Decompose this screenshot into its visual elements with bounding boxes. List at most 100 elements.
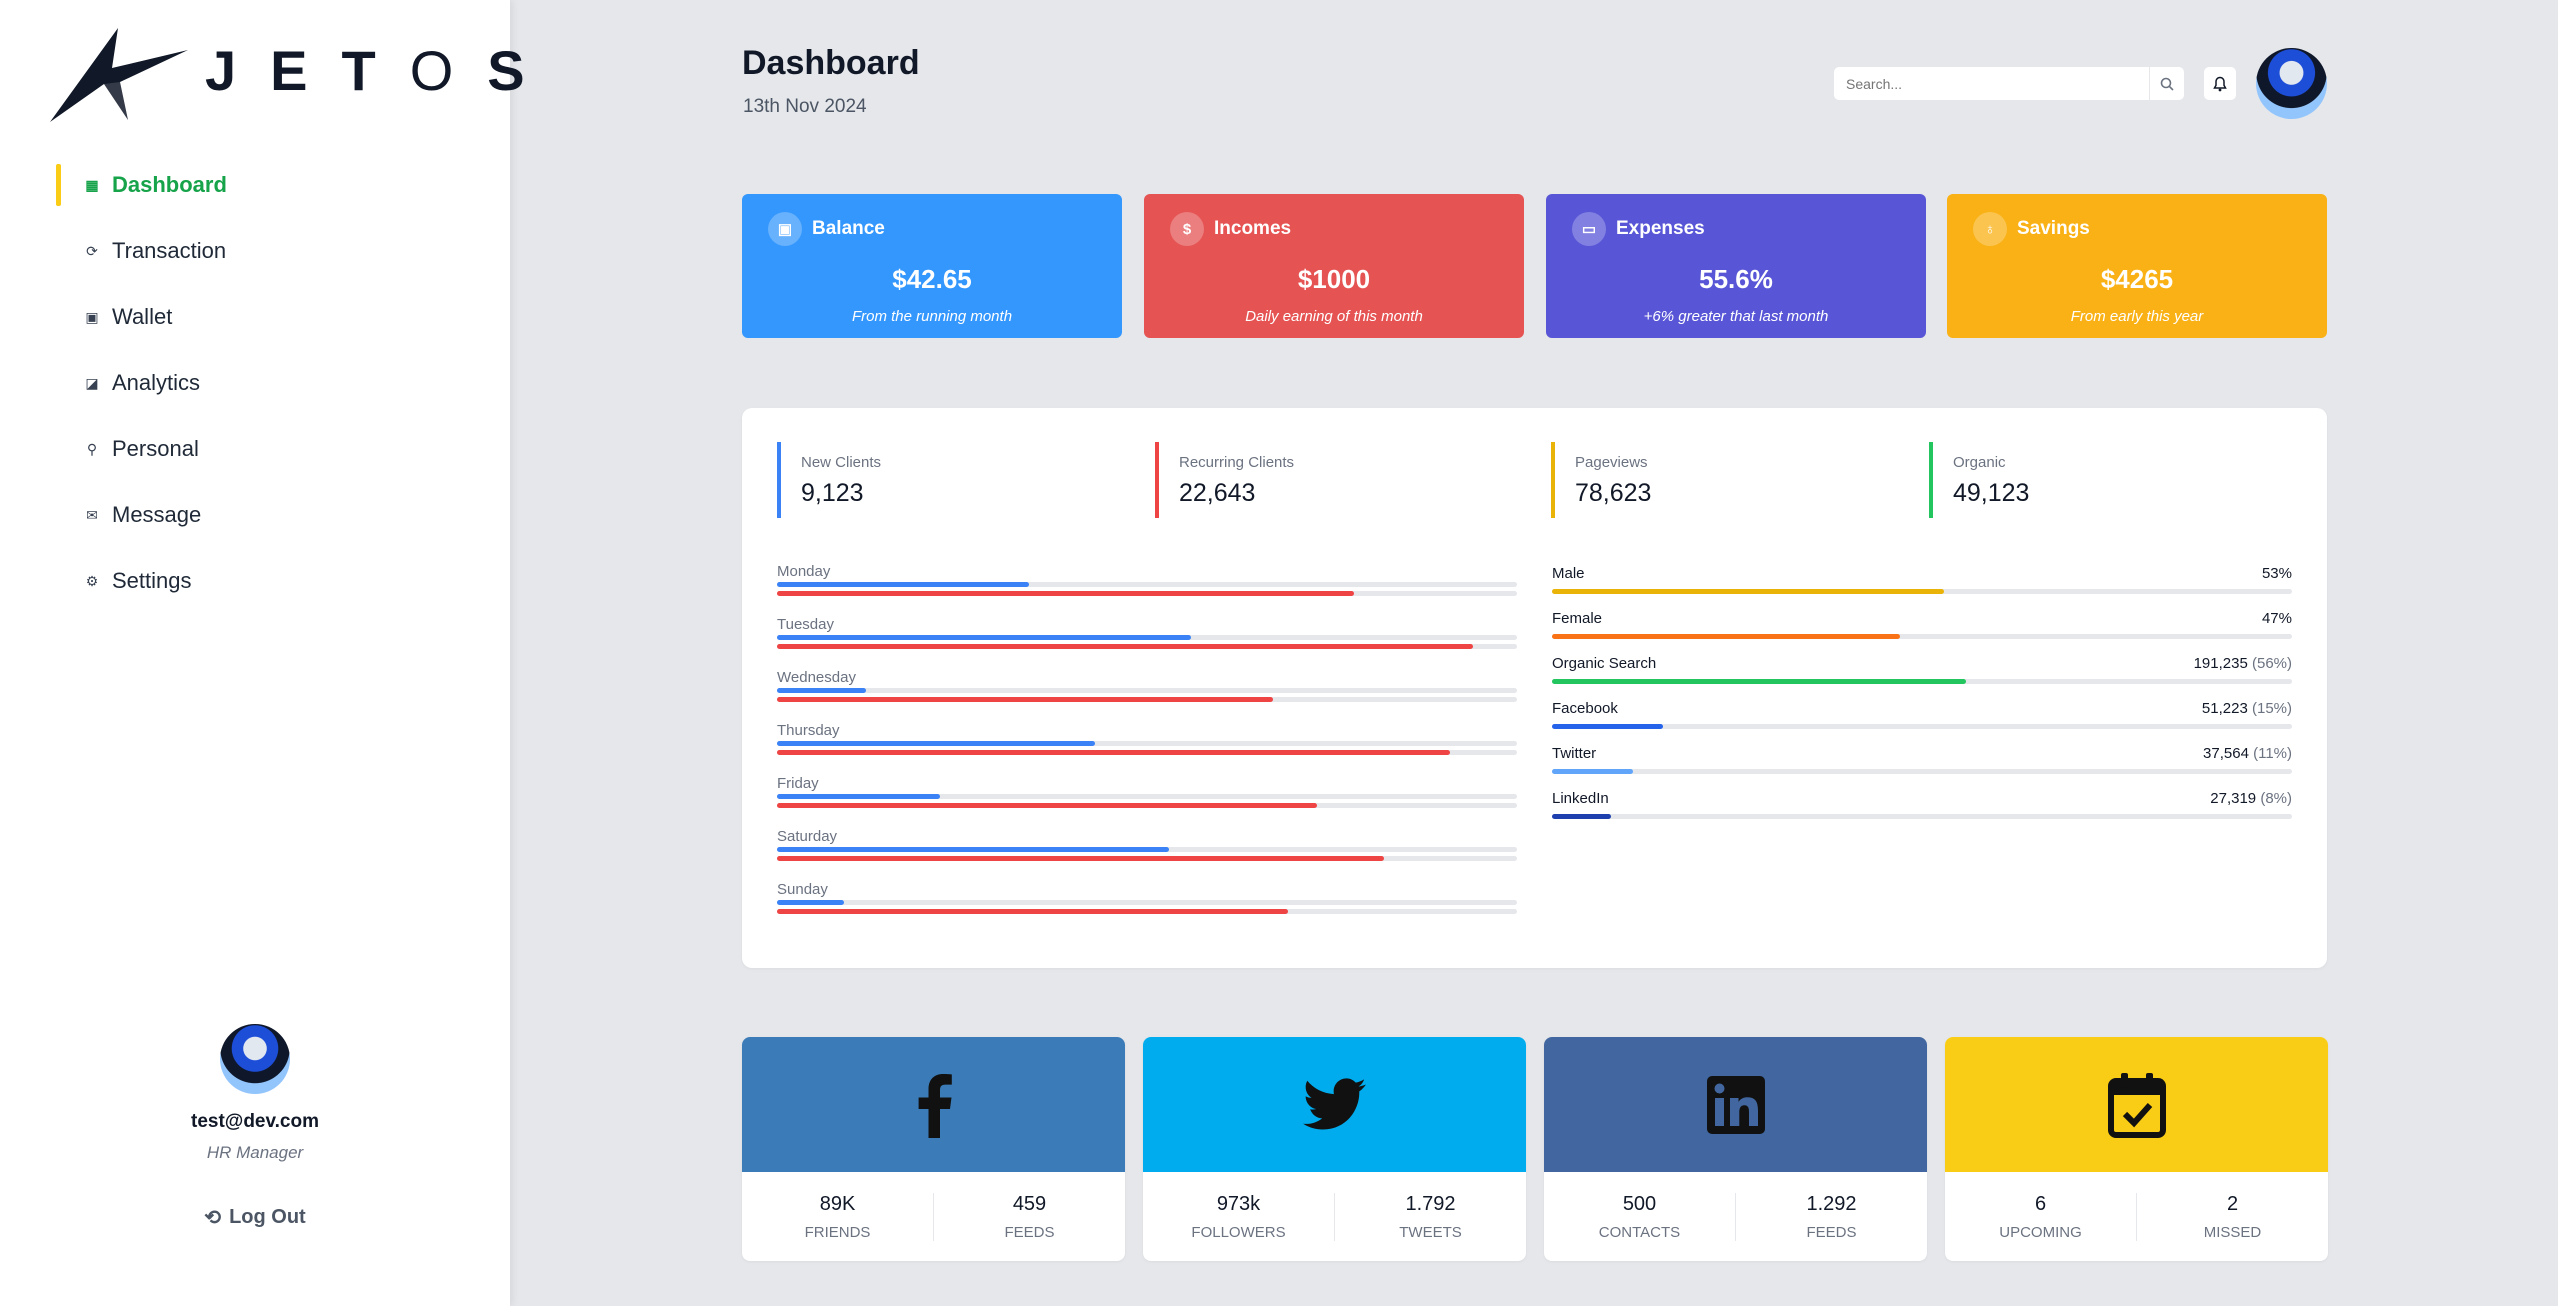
day-label: Friday [777, 775, 819, 792]
track [777, 688, 1517, 693]
track [777, 591, 1517, 596]
sidebar-item-label: Settings [112, 568, 192, 593]
metric-row-organic-search: Organic Search 191,235 (56%) [1552, 655, 2292, 695]
jet-logo-icon [50, 28, 188, 122]
social-card-calendar[interactable]: 6 UPCOMING 2 MISSED [1945, 1037, 2328, 1261]
metric-value: 47% [2261, 610, 2292, 627]
brand-name: JETOS [205, 38, 559, 102]
metric-row-twitter: Twitter 37,564 (11%) [1552, 745, 2292, 785]
sidebar-item-settings[interactable]: ⚙ Settings [56, 556, 476, 606]
day-row-sunday: Sunday [777, 881, 1517, 925]
stat-value: 55.6% [1699, 264, 1773, 294]
stat-title: Expenses [1616, 218, 1705, 239]
day-row-friday: Friday [777, 775, 1517, 819]
stat-number: 973k [1216, 1192, 1261, 1215]
stat-label: UPCOMING [1999, 1223, 2082, 1241]
day-label: Monday [777, 563, 831, 580]
card-icon: ▭ [1572, 212, 1606, 246]
sidebar-item-dashboard[interactable]: ▦ Dashboard [56, 160, 476, 210]
money-icon: $ [1170, 212, 1204, 246]
track [1552, 724, 2292, 729]
day-label: Thursday [777, 722, 840, 739]
red-bar [777, 750, 1451, 755]
track [777, 847, 1517, 852]
sidebar-item-wallet[interactable]: ▣ Wallet [56, 292, 476, 342]
brand-logo[interactable]: JETOS [48, 24, 559, 124]
metric-bar [1552, 634, 1900, 639]
track [1552, 589, 2292, 594]
sidebar-item-label: Dashboard [112, 172, 227, 197]
kpi-new-clients: New Clients 9,123 [777, 442, 881, 518]
twitter-icon [1302, 1077, 1366, 1130]
stat-label: FEEDS [1004, 1223, 1055, 1241]
sidebar-item-personal[interactable]: ⚲ Personal [56, 424, 476, 474]
stat-label: CONTACTS [1598, 1223, 1681, 1241]
metric-row-linkedin: LinkedIn 27,319 (8%) [1552, 790, 2292, 830]
stat-title: Balance [812, 218, 885, 239]
sidebar-item-label: Personal [112, 436, 199, 461]
chart-icon: ◪ [85, 374, 99, 391]
metric-row-female: Female 47% [1552, 610, 2292, 650]
blue-bar [777, 794, 940, 799]
blue-bar [777, 900, 844, 905]
metric-bar [1552, 724, 1663, 729]
track [777, 803, 1517, 808]
mail-icon: ✉ [86, 506, 98, 523]
social-card-facebook[interactable]: 89K FRIENDS 459 FEEDS [742, 1037, 1125, 1261]
stat-card-expenses[interactable]: ▭ Expenses 55.6% +6% greater that last mo… [1546, 194, 1926, 338]
stat-card-balance[interactable]: ▣ Balance $42.65 From the running month [742, 194, 1122, 338]
stat-label: FOLLOWERS [1191, 1223, 1286, 1241]
search-bar [1833, 66, 2185, 101]
sidebar-item-transaction[interactable]: ⟳ Transaction [56, 226, 476, 276]
logout-button[interactable]: ⟲ Log Out [204, 1205, 305, 1230]
linkedin-icon [1706, 1075, 1765, 1134]
stat-number: 89K [819, 1192, 856, 1215]
notification-button[interactable] [2203, 66, 2237, 101]
calendar-check-icon [2107, 1072, 2166, 1138]
blue-bar [777, 688, 866, 693]
stat-subtitle: From the running month [851, 308, 1013, 325]
sidebar-item-message[interactable]: ✉ Message [56, 490, 476, 540]
metric-label: Organic Search [1552, 655, 1657, 672]
kpi-value: 78,623 [1575, 479, 1652, 507]
stat-card-incomes[interactable]: $ Incomes $1000 Daily earning of this mon… [1144, 194, 1524, 338]
page-title: Dashboard [742, 44, 920, 82]
red-bar [777, 644, 1473, 649]
stat-card-savings[interactable]: ♁ Savings $4265 From early this year [1947, 194, 2327, 338]
avatar[interactable] [220, 1024, 290, 1094]
red-bar [777, 803, 1318, 808]
track [777, 909, 1517, 914]
sidebar-item-label: Analytics [112, 370, 201, 395]
sidebar-item-analytics[interactable]: ◪ Analytics [56, 358, 476, 408]
social-card-linkedin[interactable]: 500 CONTACTS 1.292 FEEDS [1544, 1037, 1927, 1261]
social-card-header [742, 1037, 1125, 1172]
header-avatar[interactable] [2256, 48, 2327, 119]
stat-subtitle: From early this year [2070, 308, 2204, 325]
metric-bar [1552, 769, 1634, 774]
day-row-tuesday: Tuesday [777, 616, 1517, 660]
page-date: 13th Nov 2024 [743, 96, 867, 117]
stat-title: Savings [2017, 218, 2090, 239]
metric-bar [1552, 589, 1945, 594]
metric-label: Facebook [1552, 700, 1618, 717]
stat-subtitle: Daily earning of this month [1245, 308, 1423, 325]
metric-label: Twitter [1552, 745, 1597, 762]
metric-row-facebook: Facebook 51,223 (15%) [1552, 700, 2292, 740]
kpi-label: Organic [1953, 454, 2006, 471]
piggy-bank-icon: ♁ [1973, 212, 2007, 246]
bell-icon [2213, 76, 2227, 91]
day-row-wednesday: Wednesday [777, 669, 1517, 713]
blue-bar [777, 847, 1170, 852]
search-icon[interactable] [2150, 77, 2184, 91]
metric-value: 53% [2261, 565, 2292, 582]
social-card-twitter[interactable]: 973k FOLLOWERS 1.792 TWEETS [1143, 1037, 1526, 1261]
wallet-icon: ▣ [768, 212, 802, 246]
kpi-value: 49,123 [1953, 479, 2030, 507]
track [777, 794, 1517, 799]
logout-label: Log Out [229, 1206, 306, 1228]
stat-number: 1.792 [1405, 1192, 1456, 1215]
user-role: HR Manager [206, 1143, 304, 1162]
search-input[interactable] [1834, 67, 2151, 100]
blue-bar [777, 635, 1192, 640]
metric-label: Female [1552, 610, 1603, 627]
